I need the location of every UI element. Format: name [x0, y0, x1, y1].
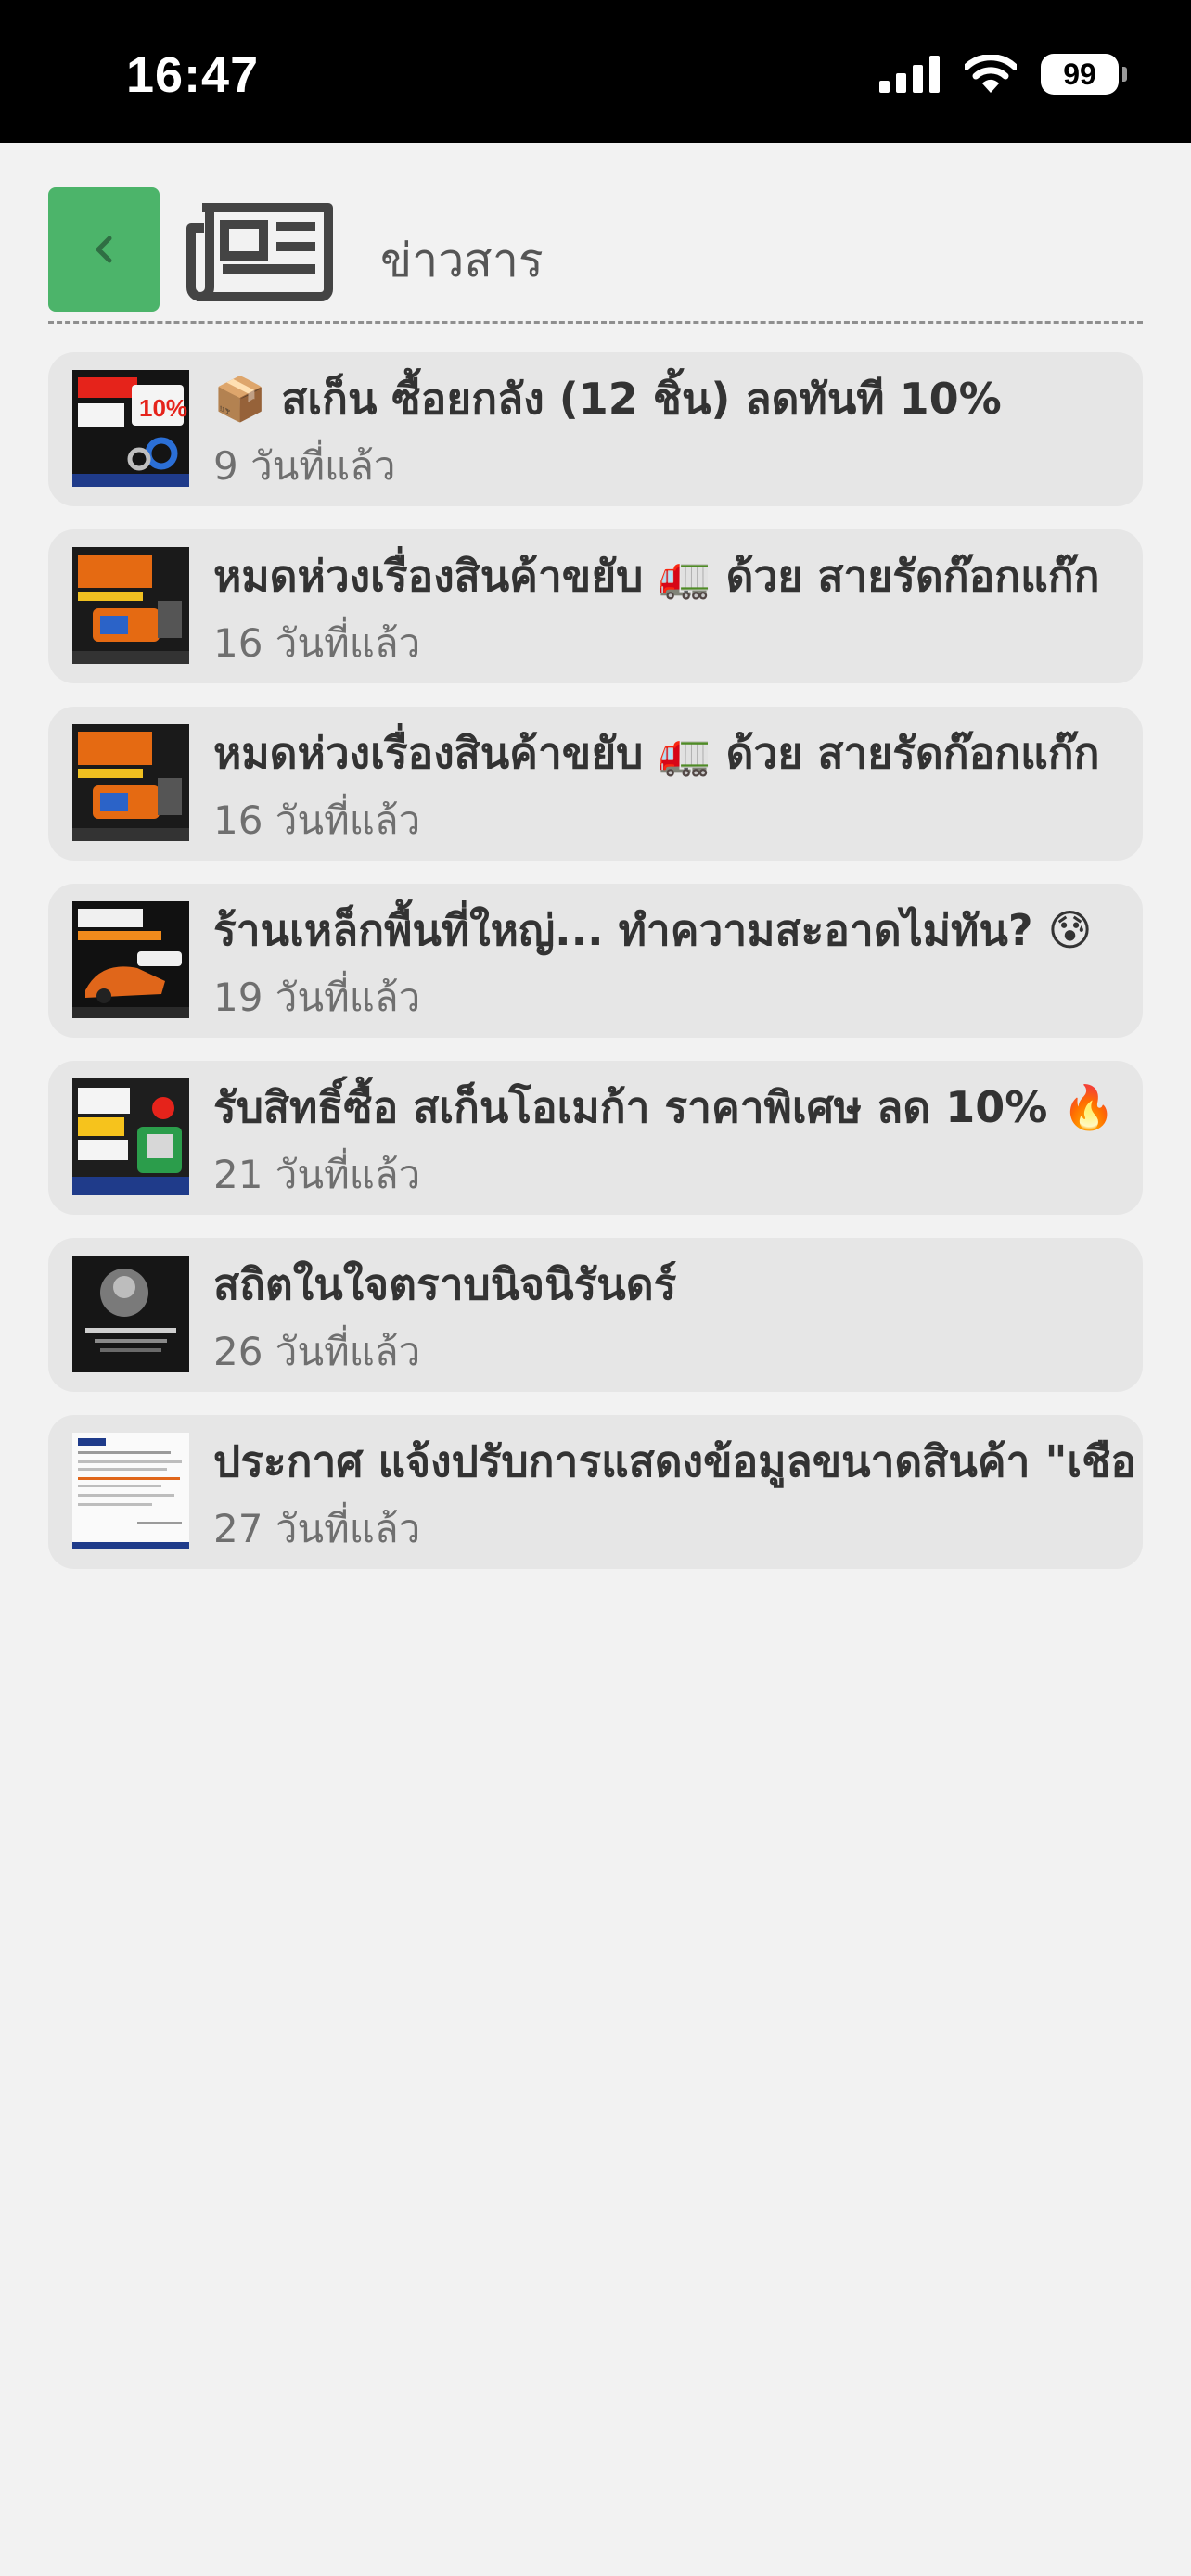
header-divider	[48, 321, 1143, 324]
news-item[interactable]: สถิตในใจตราบนิจนิรันดร์ 26 วันที่แล้ว	[48, 1238, 1143, 1392]
news-item[interactable]: รับสิทธิ์ซื้อ สเก็นโอเมก้า ราคาพิเศษ ลด …	[48, 1061, 1143, 1215]
wifi-icon	[965, 55, 1017, 93]
news-thumbnail: 10%	[72, 370, 189, 487]
news-time: 27 วันที่แล้ว	[213, 1506, 421, 1551]
status-time: 16:47	[126, 47, 260, 103]
status-icons: 99	[879, 54, 1127, 95]
page-title: ข่าวสาร	[380, 234, 544, 287]
news-list: 10% 📦 สเก็น ซื้อยกลัง (12 ชิ้น) ลดทันที …	[48, 352, 1143, 1592]
news-item[interactable]: ประกาศ แจ้งปรับการแสดงข้อมูลขนาดสินค้า "…	[48, 1415, 1143, 1569]
news-thumbnail	[72, 1433, 189, 1549]
news-thumbnail	[72, 901, 189, 1018]
news-title: หมดห่วงเรื่องสินค้าขยับ 🚛 ด้วย สายรัดก๊อ…	[213, 551, 1100, 601]
news-item[interactable]: ร้านเหล็กพื้นที่ใหญ่... ทำความสะอาดไม่ทั…	[48, 884, 1143, 1038]
status-bar: 16:47 99	[0, 0, 1191, 143]
news-title: หมดห่วงเรื่องสินค้าขยับ 🚛 ด้วย สายรัดก๊อ…	[213, 728, 1100, 778]
back-button[interactable]	[48, 187, 160, 312]
chevron-left-icon	[96, 236, 112, 263]
news-thumbnail	[72, 547, 189, 664]
news-time: 16 วันที่แล้ว	[213, 797, 421, 843]
news-thumbnail	[72, 1078, 189, 1195]
battery-indicator: 99	[1041, 54, 1127, 95]
news-time: 16 วันที่แล้ว	[213, 620, 421, 666]
news-title: ประกาศ แจ้งปรับการแสดงข้อมูลขนาดสินค้า "…	[213, 1436, 1133, 1486]
news-time: 21 วันที่แล้ว	[213, 1152, 421, 1197]
news-item[interactable]: หมดห่วงเรื่องสินค้าขยับ 🚛 ด้วย สายรัดก๊อ…	[48, 707, 1143, 861]
news-time: 26 วันที่แล้ว	[213, 1329, 421, 1374]
news-thumbnail	[72, 724, 189, 841]
newspaper-icon	[186, 203, 333, 301]
news-title: สถิตในใจตราบนิจนิรันดร์	[213, 1259, 677, 1309]
cellular-signal-icon	[879, 56, 940, 93]
news-title: ร้านเหล็กพื้นที่ใหญ่... ทำความสะอาดไม่ทั…	[213, 905, 1093, 955]
news-title: รับสิทธิ์ซื้อ สเก็นโอเมก้า ราคาพิเศษ ลด …	[213, 1082, 1116, 1132]
news-item[interactable]: หมดห่วงเรื่องสินค้าขยับ 🚛 ด้วย สายรัดก๊อ…	[48, 529, 1143, 683]
news-thumbnail	[72, 1256, 189, 1372]
news-title: 📦 สเก็น ซื้อยกลัง (12 ชิ้น) ลดทันที 10%	[213, 374, 1002, 424]
news-time: 19 วันที่แล้ว	[213, 975, 421, 1020]
news-item[interactable]: 10% 📦 สเก็น ซื้อยกลัง (12 ชิ้น) ลดทันที …	[48, 352, 1143, 506]
news-time: 9 วันที่แล้ว	[213, 443, 396, 489]
svg-text:10%: 10%	[139, 394, 187, 422]
page-header: ข่าวสาร	[48, 187, 1143, 321]
